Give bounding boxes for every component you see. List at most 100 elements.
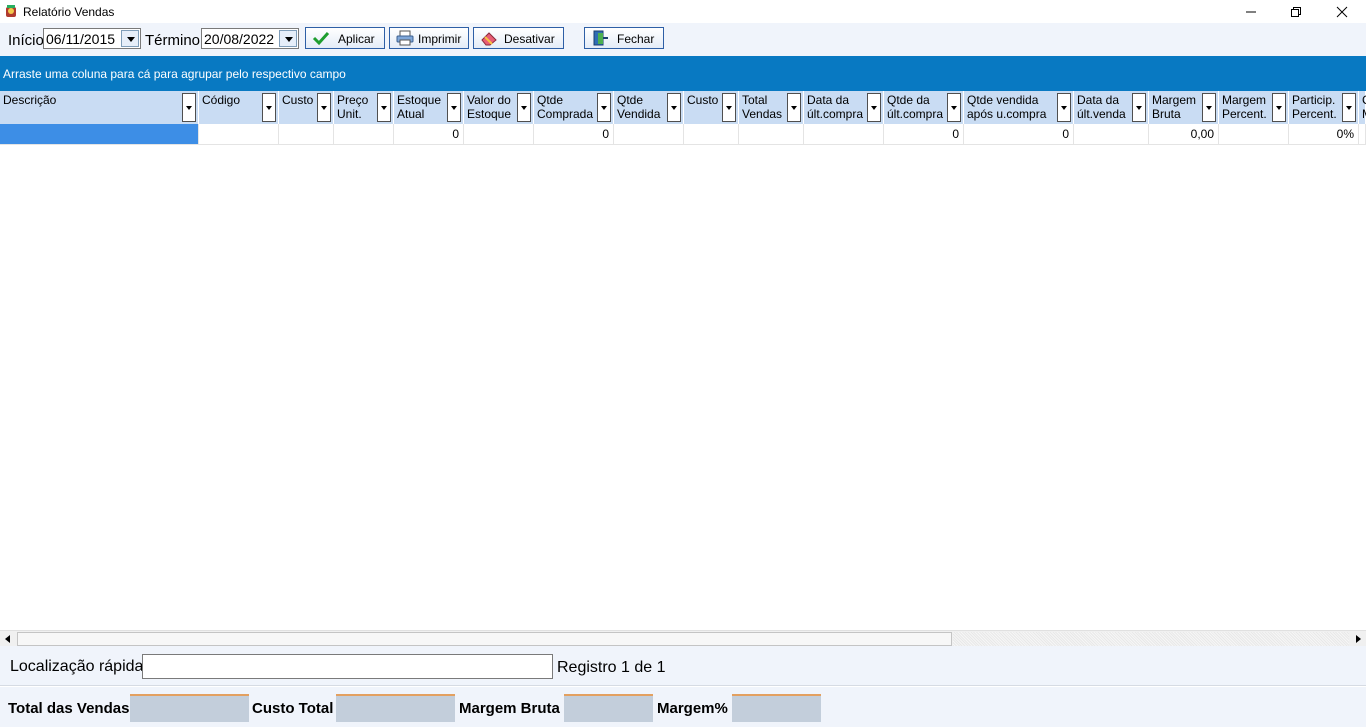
column-filter-dropdown-icon[interactable] <box>787 93 801 122</box>
table-cell[interactable] <box>279 124 334 144</box>
column-header-margem-bruta[interactable]: Margem Bruta <box>1149 91 1219 124</box>
column-header-preco-unit[interactable]: Preço Unit. <box>334 91 394 124</box>
column-header-particip-percent[interactable]: Particip. Percent. <box>1289 91 1359 124</box>
fechar-label: Fechar <box>617 32 655 46</box>
inicio-date-picker[interactable]: 06/11/2015 <box>43 28 141 49</box>
column-header-data-ult-compra[interactable]: Data da últ.compra <box>804 91 884 124</box>
desativar-label: Desativar <box>504 32 555 46</box>
column-header-total-vendas[interactable]: Total Vendas <box>739 91 804 124</box>
exit-door-icon <box>593 30 608 46</box>
table-cell[interactable] <box>614 124 684 144</box>
scroll-right-icon[interactable] <box>1350 632 1366 646</box>
title-bar: Relatório Vendas <box>0 0 1366 23</box>
column-header-qtde-vendida-apos[interactable]: Qtde vendida após u.compra <box>964 91 1074 124</box>
column-filter-dropdown-icon[interactable] <box>1202 93 1216 122</box>
chevron-down-icon[interactable] <box>121 30 139 47</box>
quick-search-input[interactable] <box>142 654 553 679</box>
table-cell[interactable] <box>684 124 739 144</box>
record-counter: Registro 1 de 1 <box>557 659 666 676</box>
margem-pct-label: Margem% <box>657 700 728 717</box>
table-cell[interactable] <box>199 124 279 144</box>
table-cell[interactable]: 0% <box>1289 124 1359 144</box>
scroll-left-icon[interactable] <box>0 632 16 646</box>
close-window-button[interactable] <box>1319 0 1365 23</box>
table-cell[interactable]: 0 <box>964 124 1074 144</box>
table-row[interactable]: 0 0 0 0 0,00 0% <box>0 124 1366 145</box>
column-header-codigo[interactable]: Código <box>199 91 279 124</box>
window-title: Relatório Vendas <box>23 5 115 19</box>
column-filter-dropdown-icon[interactable] <box>667 93 681 122</box>
column-filter-dropdown-icon[interactable] <box>1132 93 1146 122</box>
table-cell[interactable]: 0 <box>534 124 614 144</box>
column-filter-dropdown-icon[interactable] <box>947 93 961 122</box>
column-header-label: C <box>1362 93 1366 107</box>
column-header-label: M <box>1362 107 1366 121</box>
grid-header: Descrição Código Custo Preço Unit. Estoqu… <box>0 91 1366 124</box>
margem-bruta-label: Margem Bruta <box>459 700 560 717</box>
eraser-icon <box>481 32 497 46</box>
column-header-valor-estoque[interactable]: Valor do Estoque <box>464 91 534 124</box>
termino-date-picker[interactable]: 20/08/2022 <box>201 28 299 49</box>
horizontal-scrollbar[interactable] <box>0 630 1366 646</box>
fechar-button[interactable]: Fechar <box>584 27 664 49</box>
aplicar-label: Aplicar <box>338 32 375 46</box>
column-header-custo[interactable]: Custo <box>279 91 334 124</box>
quick-search-panel: Localização rápida Registro 1 de 1 <box>0 646 1366 686</box>
column-header-estoque-atual[interactable]: Estoque Atual <box>394 91 464 124</box>
column-filter-dropdown-icon[interactable] <box>722 93 736 122</box>
aplicar-button[interactable]: Aplicar <box>305 27 385 49</box>
column-header-partial[interactable]: CM <box>1359 91 1366 124</box>
total-vendas-label: Total das Vendas <box>8 700 130 717</box>
close-icon <box>1336 6 1348 17</box>
table-cell[interactable] <box>1219 124 1289 144</box>
column-header-margem-percent[interactable]: Margem Percent. <box>1219 91 1289 124</box>
restore-button[interactable] <box>1273 0 1319 23</box>
column-filter-dropdown-icon[interactable] <box>1272 93 1286 122</box>
table-cell[interactable] <box>1074 124 1149 144</box>
totals-panel: Total das Vendas Custo Total Margem Brut… <box>0 687 1366 727</box>
printer-icon <box>396 30 414 46</box>
minimize-icon <box>1246 11 1256 12</box>
checkmark-icon <box>312 31 330 46</box>
column-header-qtde-vendida[interactable]: Qtde Vendida <box>614 91 684 124</box>
inicio-date-value: 06/11/2015 <box>46 31 116 47</box>
table-cell[interactable] <box>334 124 394 144</box>
column-header-qtde-comprada[interactable]: Qtde Comprada <box>534 91 614 124</box>
quick-search-label: Localização rápida <box>10 658 144 675</box>
table-cell[interactable] <box>804 124 884 144</box>
column-filter-dropdown-icon[interactable] <box>182 93 196 122</box>
restore-icon <box>1291 6 1301 17</box>
column-filter-dropdown-icon[interactable] <box>867 93 881 122</box>
custo-total-value <box>336 694 455 722</box>
table-cell[interactable] <box>1359 124 1366 144</box>
toolbar: Início 06/11/2015 Término 20/08/2022 Apl… <box>0 23 1366 56</box>
column-filter-dropdown-icon[interactable] <box>317 93 331 122</box>
scrollbar-track[interactable] <box>953 632 1349 646</box>
column-filter-dropdown-icon[interactable] <box>1057 93 1071 122</box>
custo-total-label: Custo Total <box>252 700 334 717</box>
table-cell-descricao[interactable] <box>0 124 199 144</box>
table-cell[interactable]: 0 <box>394 124 464 144</box>
table-cell[interactable] <box>464 124 534 144</box>
minimize-button[interactable] <box>1228 0 1274 23</box>
table-cell[interactable] <box>739 124 804 144</box>
column-header-custo-2[interactable]: Custo <box>684 91 739 124</box>
column-filter-dropdown-icon[interactable] <box>262 93 276 122</box>
column-filter-dropdown-icon[interactable] <box>517 93 531 122</box>
imprimir-button[interactable]: Imprimir <box>389 27 469 49</box>
column-filter-dropdown-icon[interactable] <box>447 93 461 122</box>
column-filter-dropdown-icon[interactable] <box>377 93 391 122</box>
app-icon <box>6 5 16 17</box>
chevron-down-icon[interactable] <box>279 30 297 47</box>
column-filter-dropdown-icon[interactable] <box>597 93 611 122</box>
column-filter-dropdown-icon[interactable] <box>1342 93 1356 122</box>
column-header-descricao[interactable]: Descrição <box>0 91 199 124</box>
imprimir-label: Imprimir <box>418 32 462 46</box>
column-header-qtde-ult-compra[interactable]: Qtde da últ.compra <box>884 91 964 124</box>
scrollbar-thumb[interactable] <box>17 632 952 646</box>
table-cell[interactable]: 0 <box>884 124 964 144</box>
column-header-data-ult-venda[interactable]: Data da últ.venda <box>1074 91 1149 124</box>
table-cell[interactable]: 0,00 <box>1149 124 1219 144</box>
group-by-panel[interactable]: Arraste uma coluna para cá para agrupar … <box>0 56 1366 91</box>
desativar-button[interactable]: Desativar <box>473 27 564 49</box>
